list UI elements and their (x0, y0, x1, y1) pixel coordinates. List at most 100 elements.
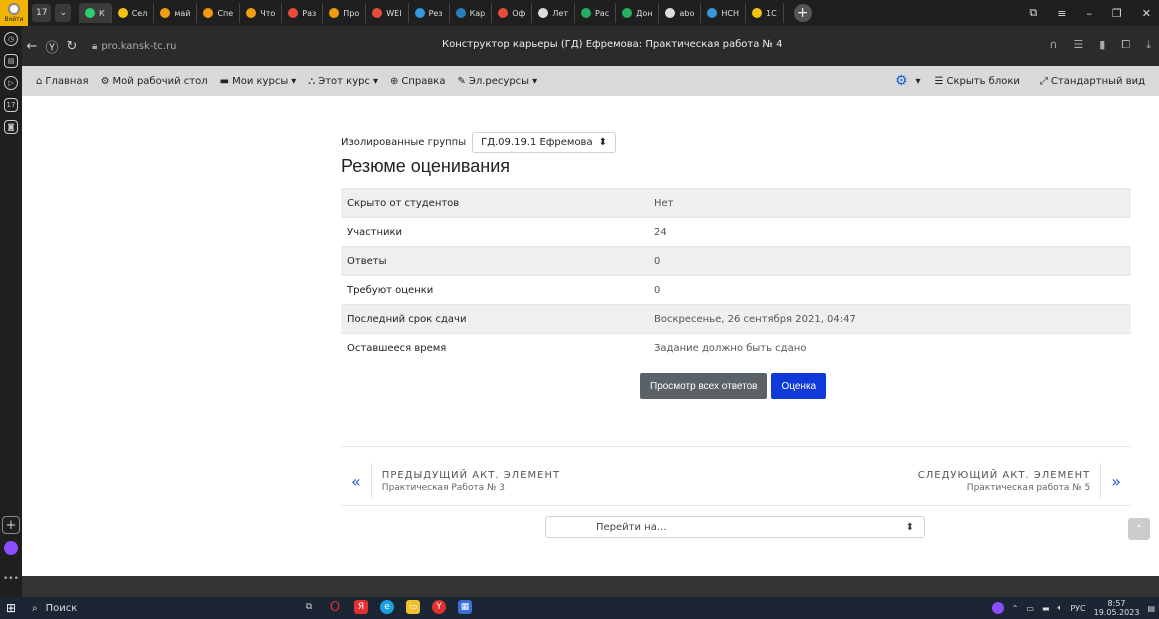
notifications-icon[interactable]: ▤ (1147, 604, 1155, 613)
browser-tab-label: Рас (594, 8, 610, 18)
browser-tab[interactable]: Оф (492, 3, 533, 23)
browser-tab[interactable]: май (154, 3, 198, 23)
menu-icon[interactable]: ≡ (1057, 7, 1066, 20)
hide-blocks-button[interactable]: ☰ Скрыть блоки (929, 76, 1026, 87)
bookmark-icon[interactable]: ▮ (1099, 38, 1105, 52)
browser-tab-label: Про (343, 8, 360, 18)
blocks-icon: ☰ (934, 75, 944, 87)
gear-icon[interactable]: ⚙ (895, 73, 908, 89)
battery-icon[interactable]: ▬ (1042, 604, 1050, 613)
nav-this-course[interactable]: ⛬ Этот курс ▾ (302, 76, 384, 87)
login-button[interactable]: Войти (0, 0, 28, 26)
favicon-icon (203, 8, 214, 18)
browser-tab[interactable]: Рез (409, 3, 450, 23)
summary-label: Последний срок сдачи (341, 304, 648, 334)
grade-button[interactable]: Оценка (771, 373, 827, 399)
summary-value: 0 (648, 275, 1131, 305)
browser-tab-label: НСН (721, 8, 739, 18)
nav-home-label: Главная (45, 75, 89, 87)
calendar-icon[interactable]: 17 (4, 98, 18, 112)
back-icon[interactable]: ← (22, 39, 42, 54)
view-all-submissions-button[interactable]: Просмотр всех ответов (640, 373, 768, 399)
alice-icon[interactable] (4, 541, 18, 555)
browser-sidebar: ◷ ▤ ▷ 17 ◙ + ••• (0, 26, 22, 597)
summary-label: Скрыто от студентов (341, 188, 648, 218)
yandex-icon[interactable]: Ⓨ (42, 37, 62, 56)
url-text: pro.kansk-tc.ru (101, 40, 177, 52)
browser-tab[interactable]: Раз (282, 3, 324, 23)
calendar-app-icon[interactable]: ▦ (458, 600, 472, 614)
network-icon[interactable]: ▭ (1026, 604, 1034, 613)
browser-tab[interactable]: abo (659, 3, 702, 23)
caret-down-icon[interactable]: ▾ (916, 76, 921, 87)
download-icon[interactable]: ⤓ (1146, 38, 1151, 52)
nav-dashboard-label: Мой рабочий стол (112, 75, 208, 87)
browser-tab[interactable]: НСН (701, 3, 746, 23)
sort-icon: ⬍ (598, 137, 607, 148)
url-field[interactable]: 🔒︎ pro.kansk-tc.ru (92, 41, 176, 52)
summary-value: Нет (648, 188, 1131, 218)
taskbar-search[interactable]: ⌕ Поиск (32, 603, 77, 614)
alice-tray-icon[interactable] (991, 602, 1004, 614)
chevron-up-icon[interactable]: ⌃ (1012, 604, 1019, 613)
nav-my-courses[interactable]: ▬ Мои курсы ▾ (214, 76, 303, 87)
language-indicator[interactable]: РУС (1070, 604, 1085, 613)
nav-home[interactable]: ⌂ Главная (30, 76, 95, 87)
jump-to-select[interactable]: Перейти на... ⬍ (545, 516, 925, 538)
explorer-icon[interactable]: ▭ (406, 600, 420, 614)
nav-help-label: Справка (401, 75, 446, 87)
new-tab-button[interactable]: + (793, 4, 812, 22)
more-icon[interactable]: ••• (3, 574, 19, 584)
bookmarks-icon[interactable]: ▤ (4, 54, 18, 68)
windows-start-icon[interactable]: ⊞ (0, 601, 22, 615)
jump-placeholder: Перейти на... (596, 521, 667, 533)
minimize-icon[interactable]: – (1086, 7, 1092, 20)
history-icon[interactable]: ◷ (4, 32, 18, 46)
tabs-icon[interactable]: ⧉ (1029, 6, 1037, 20)
group-selected: ГД.09.19.1 Ефремова (481, 137, 593, 148)
browser-tab[interactable]: К (79, 3, 112, 23)
browser-tab[interactable]: WEI (366, 3, 409, 23)
next-activity-link[interactable]: СЛЕДУЮЩИЙ АКТ. ЭЛЕМЕНТ Практическая рабо… (918, 463, 1121, 499)
yandex-browser-icon[interactable]: Y (432, 600, 446, 614)
browser-tab[interactable]: Что (240, 3, 283, 23)
share-icon[interactable]: ⧠ (1121, 38, 1130, 52)
collections-icon[interactable]: ◙ (4, 120, 18, 134)
headphones-icon[interactable]: ∩ (1049, 38, 1057, 52)
browser-tab-label: Спе (217, 8, 234, 18)
yandex-app-icon[interactable]: Я (354, 600, 368, 614)
tab-counter[interactable]: 17 (32, 4, 52, 22)
nav-eresources[interactable]: ✎ Эл.ресурсы ▾ (451, 76, 543, 87)
browser-tab[interactable]: Сел (112, 3, 155, 23)
browser-tab[interactable]: Кар (450, 3, 493, 23)
restore-icon[interactable]: ❐ (1112, 7, 1122, 20)
prev-activity-link[interactable]: « ПРЕДЫДУЩИЙ АКТ. ЭЛЕМЕНТ Практическая Р… (351, 463, 560, 499)
system-tray: ⌃ ▭ ▬ 🔈︎ РУС 8:57 19.05.2023 ▤ (991, 599, 1155, 617)
favicon-icon (288, 8, 299, 18)
reader-icon[interactable]: ☰ (1073, 38, 1083, 52)
browser-tab[interactable]: Лет (532, 3, 575, 23)
favicon-icon (329, 8, 340, 18)
reload-icon[interactable]: ↻ (62, 39, 82, 54)
clock[interactable]: 8:57 19.05.2023 (1094, 599, 1140, 617)
close-icon[interactable]: ✕ (1142, 7, 1151, 20)
browser-tab[interactable]: 1С (746, 3, 784, 23)
back-to-top-button[interactable]: ⌃ (1128, 518, 1150, 540)
edge-icon[interactable]: e (380, 600, 394, 614)
group-select[interactable]: ГД.09.19.1 Ефремова ⬍ (472, 132, 616, 153)
task-view-icon[interactable]: ⧉ (302, 600, 316, 614)
browser-tab[interactable]: Про (323, 3, 367, 23)
standard-view-button[interactable]: ⤢ Стандартный вид (1034, 76, 1151, 87)
nav-help[interactable]: ⊕ Справка (384, 76, 451, 87)
summary-label: Участники (341, 217, 648, 247)
browser-tab[interactable]: Дон (616, 3, 660, 23)
opera-icon[interactable]: O (328, 600, 342, 615)
add-panel-button[interactable]: + (2, 516, 20, 534)
browser-tab[interactable]: Рас (575, 3, 617, 23)
volume-icon[interactable]: 🔈︎ (1058, 603, 1063, 613)
favicon-icon (160, 8, 171, 18)
chevron-down-icon[interactable]: ⌄ (55, 4, 71, 22)
browser-tab[interactable]: Спе (197, 3, 241, 23)
nav-dashboard[interactable]: ⚙ Мой рабочий стол (95, 76, 214, 87)
zen-icon[interactable]: ▷ (4, 76, 18, 90)
